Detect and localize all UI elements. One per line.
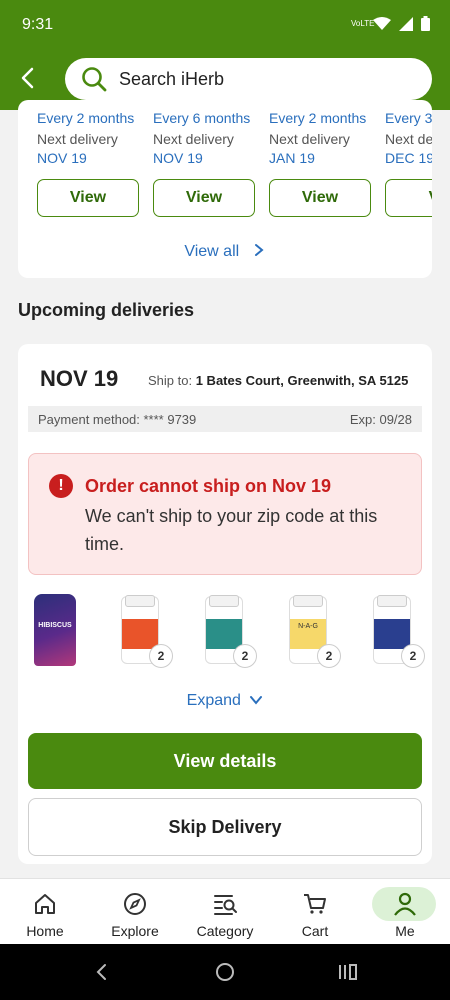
signal-icon (399, 16, 413, 31)
compass-icon (124, 893, 146, 915)
product-label: HIBISCUS (38, 622, 72, 629)
product-thumbnail[interactable]: 2 (365, 592, 425, 668)
product-thumbnail[interactable]: 2 (197, 592, 257, 668)
subscription-frequency: Every 2 months (269, 110, 367, 126)
subscriptions-card: Every 2 months Next delivery NOV 19 View… (18, 100, 432, 278)
search-icon (82, 67, 107, 92)
system-nav-bar (0, 944, 450, 1000)
search-placeholder: Search iHerb (119, 68, 225, 89)
error-icon: ! (49, 474, 73, 498)
skip-delivery-button[interactable]: Skip Delivery (28, 798, 422, 856)
subscription-item: Every 6 months Next delivery NOV 19 View (153, 110, 257, 217)
tab-explore[interactable]: Explore (90, 879, 180, 945)
next-delivery-label: Next delivery (269, 131, 350, 147)
next-delivery-date: DEC 19 (385, 150, 432, 166)
ship-to-label: Ship to: (148, 373, 193, 388)
ship-error-alert: ! Order cannot ship on Nov 19 We can't s… (28, 453, 422, 575)
alert-message: We can't ship to your zip code at this t… (85, 506, 378, 554)
quantity-badge: 2 (233, 644, 257, 668)
nav-recents-icon[interactable] (336, 960, 360, 984)
product-image: HIBISCUS (34, 594, 76, 666)
cart-icon (304, 894, 326, 914)
status-bar: 9:31 VoLTE (0, 14, 450, 38)
product-thumbnail[interactable]: HIBISCUS (28, 592, 88, 668)
view-all-link[interactable]: View all (18, 243, 432, 261)
ship-to: Ship to: 1 Bates Court, Greenwith, SA 51… (148, 373, 408, 388)
delivery-date: NOV 19 (40, 366, 119, 391)
product-label: N-A-G (290, 619, 326, 649)
upcoming-delivery-card: NOV 19 Ship to: 1 Bates Court, Greenwith… (18, 344, 432, 864)
next-delivery-date: JAN 19 (269, 150, 315, 166)
status-time: 9:31 (22, 16, 54, 33)
app-header: 9:31 VoLTE Search iHerb (0, 0, 450, 110)
product-strip[interactable]: HIBISCUS 2 2 N-A-G 2 2 (28, 592, 432, 672)
chevron-right-icon (254, 244, 264, 256)
subscription-frequency: Every 2 months (37, 110, 135, 126)
subscription-frequency: Every 6 months (153, 110, 251, 126)
next-delivery-date: NOV 19 (37, 150, 87, 166)
subscription-item: Every 2 months Next delivery NOV 19 View (37, 110, 141, 217)
view-subscription-button[interactable]: View (153, 179, 255, 217)
category-search-icon (214, 895, 237, 915)
tab-home[interactable]: Home (0, 879, 90, 945)
battery-icon (421, 16, 430, 31)
tab-cart[interactable]: Cart (270, 879, 360, 945)
tab-category[interactable]: Category (180, 879, 270, 945)
view-subscription-button[interactable]: Vi (385, 179, 432, 217)
expand-label: Expand (186, 692, 241, 709)
bottom-tab-bar: Home Explore Category Cart Me (0, 878, 450, 944)
quantity-badge: 2 (317, 644, 341, 668)
tab-label: Me (395, 923, 415, 939)
quantity-badge: 2 (149, 644, 173, 668)
view-subscription-button[interactable]: View (37, 179, 139, 217)
quantity-badge: 2 (401, 644, 425, 668)
chevron-down-icon (250, 696, 263, 705)
product-thumbnail[interactable]: N-A-G 2 (281, 592, 341, 668)
view-details-button[interactable]: View details (28, 733, 422, 789)
home-icon (35, 894, 55, 914)
volte-icon: VoLTE (351, 18, 375, 28)
nav-back-icon[interactable] (90, 960, 114, 984)
tab-label: Explore (111, 923, 159, 939)
view-subscription-button[interactable]: View (269, 179, 371, 217)
view-all-label: View all (184, 243, 240, 260)
subscription-item: Every 3 Next de DEC 19 Vi (385, 110, 432, 217)
wifi-icon (373, 16, 391, 30)
subscription-item: Every 2 months Next delivery JAN 19 View (269, 110, 373, 217)
ship-to-address: 1 Bates Court, Greenwith, SA 5125 (195, 373, 409, 388)
next-delivery-label: Next delivery (37, 131, 118, 147)
next-delivery-date: NOV 19 (153, 150, 203, 166)
product-thumbnail[interactable]: 2 (113, 592, 173, 668)
payment-bar: Payment method: **** 9739 Exp: 09/28 (28, 406, 422, 432)
person-icon (394, 892, 416, 916)
next-delivery-label: Next delivery (153, 131, 234, 147)
tab-label: Home (26, 923, 64, 939)
payment-expiry: Exp: 09/28 (349, 411, 412, 427)
tab-me[interactable]: Me (360, 879, 450, 945)
back-arrow-icon[interactable] (16, 66, 40, 90)
next-delivery-label: Next de (385, 131, 432, 147)
alert-title: Order cannot ship on Nov 19 (85, 476, 332, 496)
expand-toggle[interactable]: Expand (18, 692, 432, 710)
subscription-frequency: Every 3 (385, 110, 432, 126)
payment-method: Payment method: **** 9739 (38, 411, 197, 427)
tab-label: Category (196, 923, 254, 939)
section-title: Upcoming deliveries (18, 300, 195, 320)
search-bar[interactable]: Search iHerb (65, 58, 432, 100)
tab-label: Cart (301, 923, 329, 939)
nav-home-icon[interactable] (213, 960, 237, 984)
status-icons: VoLTE (351, 16, 430, 31)
